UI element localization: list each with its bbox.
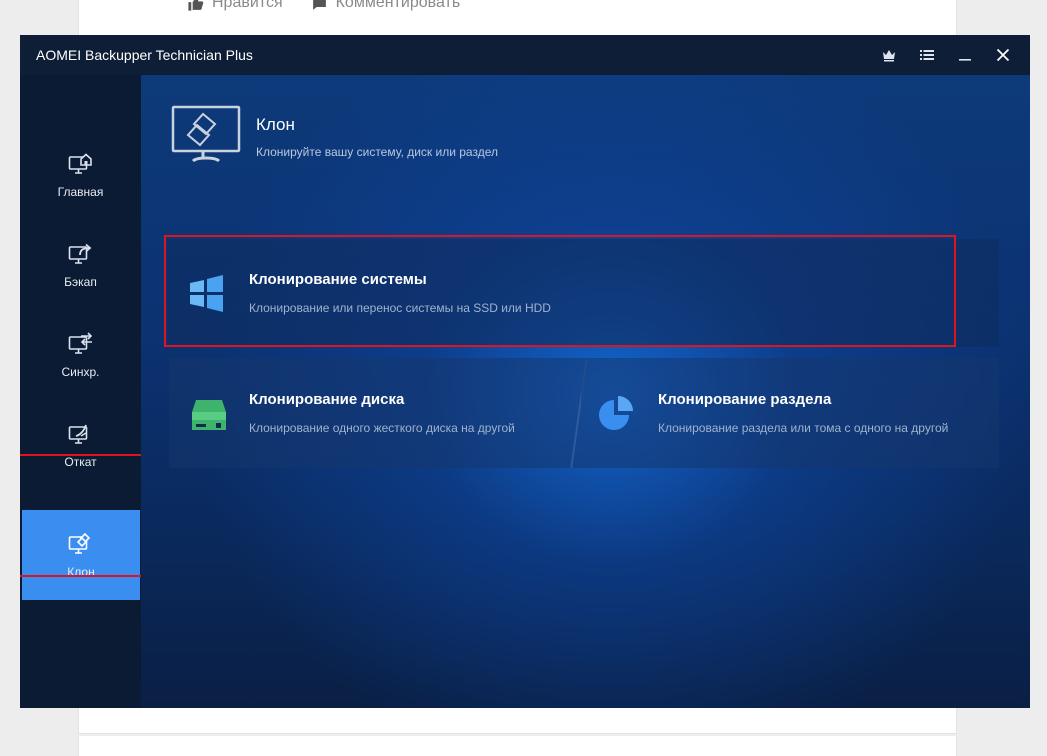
close-icon bbox=[996, 48, 1010, 62]
page-title: Клон bbox=[256, 115, 295, 134]
minimize-icon bbox=[959, 59, 971, 61]
background-post-actions: Нравится Комментировать bbox=[187, 0, 460, 12]
comment-label: Комментировать bbox=[335, 0, 461, 11]
restore-monitor-icon bbox=[68, 424, 87, 444]
disk-clone-icon bbox=[192, 400, 226, 430]
sidebar-item-restore[interactable]: Откат bbox=[20, 400, 141, 490]
sidebar-item-clone[interactable]: Клон bbox=[22, 510, 140, 600]
partition-pie-icon bbox=[599, 396, 633, 430]
background-page-top: Нравится Комментировать bbox=[78, 0, 957, 36]
backup-monitor-icon bbox=[68, 243, 91, 264]
sidebar-item-label: Бэкап bbox=[64, 275, 97, 289]
crown-icon bbox=[883, 50, 895, 62]
disk-clone-desc: Клонирование одного жесткого диска на др… bbox=[249, 421, 515, 435]
clone-monitor-large-icon bbox=[171, 105, 241, 163]
menu-button[interactable] bbox=[908, 35, 946, 75]
minimize-button[interactable] bbox=[946, 35, 984, 75]
system-clone-card[interactable]: Клонирование системы Клонирование или пе… bbox=[167, 239, 999, 347]
app-window: AOMEI Backupper Technician Plus Главная … bbox=[20, 35, 1030, 708]
comment-icon bbox=[312, 0, 326, 10]
title-bar: AOMEI Backupper Technician Plus bbox=[20, 35, 1030, 75]
partition-clone-card[interactable]: Клонирование раздела Клонирование раздел… bbox=[581, 358, 999, 468]
background-page-bottom bbox=[78, 708, 957, 734]
close-button[interactable] bbox=[984, 35, 1022, 75]
clone-monitor-icon bbox=[68, 532, 91, 554]
partition-clone-desc: Клонирование раздела или тома с одного н… bbox=[658, 421, 949, 435]
disk-clone-card[interactable]: Клонирование диска Клонирование одного ж… bbox=[169, 358, 581, 468]
page-subtitle: Клонируйте вашу систему, диск или раздел bbox=[256, 145, 498, 159]
main-panel: Клон Клонируйте вашу систему, диск или р… bbox=[141, 75, 1030, 708]
window-controls bbox=[870, 35, 1022, 75]
background-page-bottom-2 bbox=[78, 736, 957, 756]
sidebar-item-sync[interactable]: Синхр. bbox=[20, 310, 141, 400]
upgrade-button[interactable] bbox=[870, 35, 908, 75]
windows-icon bbox=[190, 275, 223, 312]
home-monitor-icon bbox=[68, 153, 92, 174]
sidebar-item-backup[interactable]: Бэкап bbox=[20, 220, 141, 310]
disk-clone-title: Клонирование диска bbox=[249, 391, 405, 408]
app-title: AOMEI Backupper Technician Plus bbox=[36, 47, 253, 63]
menu-icon bbox=[920, 50, 934, 60]
sidebar-item-label: Клон bbox=[67, 565, 95, 579]
sidebar-item-label: Синхр. bbox=[61, 365, 100, 379]
sidebar-item-home[interactable]: Главная bbox=[20, 130, 141, 220]
partition-clone-title: Клонирование раздела bbox=[658, 391, 832, 408]
sidebar-item-label: Откат bbox=[64, 455, 97, 469]
like-label: Нравится bbox=[212, 0, 283, 11]
system-clone-desc: Клонирование или перенос системы на SSD … bbox=[249, 301, 551, 315]
system-clone-title: Клонирование системы bbox=[249, 271, 427, 288]
comment-button[interactable]: Комментировать bbox=[311, 0, 461, 12]
like-button[interactable]: Нравится bbox=[187, 0, 283, 12]
sidebar: Главная Бэкап Синхр. Откат Клон bbox=[20, 75, 141, 708]
sync-monitor-icon bbox=[68, 332, 92, 354]
thumbs-up-icon bbox=[188, 0, 204, 11]
sidebar-item-label: Главная bbox=[57, 185, 104, 199]
